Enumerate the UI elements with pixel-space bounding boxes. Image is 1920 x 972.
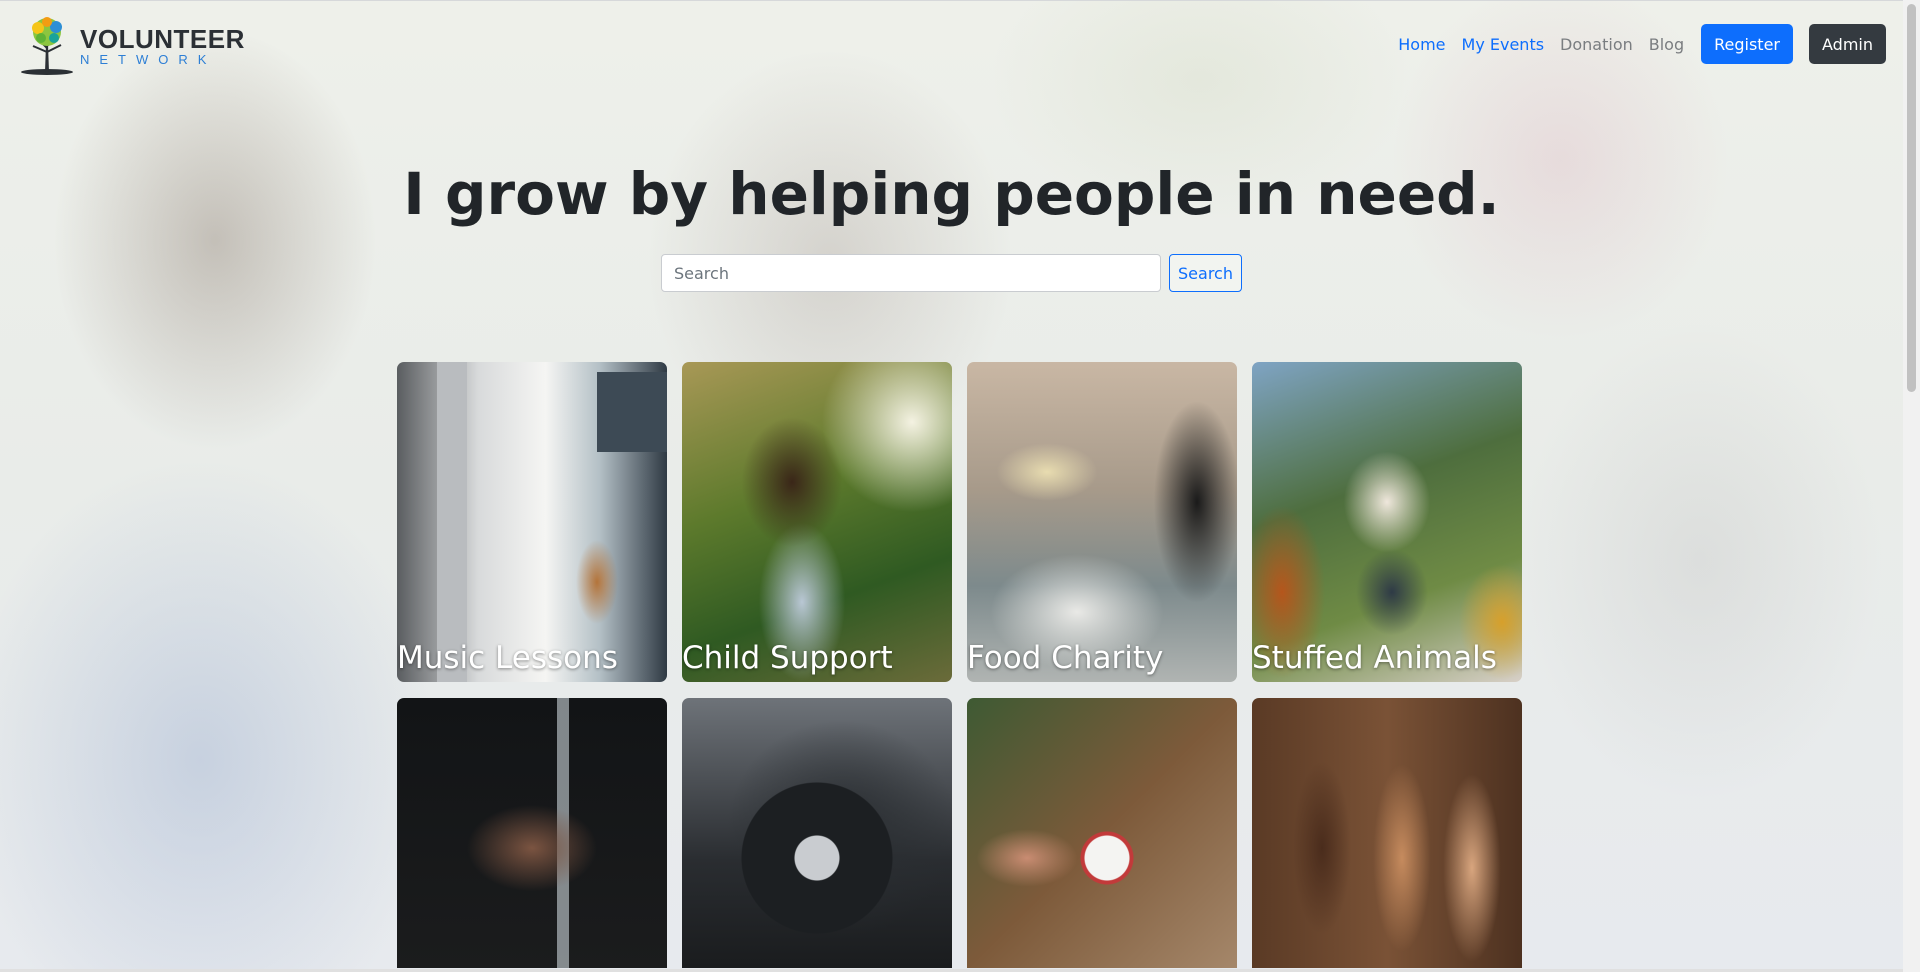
scrollbar-thumb[interactable] bbox=[1907, 4, 1916, 392]
category-card-child-support[interactable]: Child Support bbox=[682, 362, 952, 682]
card-label: Stuffed Animals bbox=[1252, 640, 1497, 676]
category-card-water[interactable] bbox=[397, 698, 667, 968]
hero-background-image bbox=[0, 0, 1920, 972]
window-top-border bbox=[0, 0, 1920, 1]
card-label: Child Support bbox=[682, 640, 893, 676]
brand-subtitle: NETWORK bbox=[80, 52, 217, 67]
category-card-food-charity[interactable]: Food Charity bbox=[967, 362, 1237, 682]
card-label: Food Charity bbox=[967, 640, 1164, 676]
search-input[interactable] bbox=[661, 254, 1161, 292]
category-card-driving[interactable] bbox=[682, 698, 952, 968]
card-image bbox=[682, 698, 952, 968]
nav-link-donation[interactable]: Donation bbox=[1560, 35, 1633, 54]
brand-name: VOLUNTEER bbox=[80, 24, 245, 54]
tree-logo-icon bbox=[21, 17, 73, 75]
category-card-music-lessons[interactable]: Music Lessons bbox=[397, 362, 667, 682]
card-image bbox=[397, 698, 667, 968]
category-card-hands[interactable] bbox=[1252, 698, 1522, 968]
card-image bbox=[682, 362, 952, 682]
nav-link-blog[interactable]: Blog bbox=[1649, 35, 1684, 54]
card-image bbox=[967, 362, 1237, 682]
hero-headline: I grow by helping people in need. bbox=[403, 160, 1500, 228]
register-button[interactable]: Register bbox=[1701, 24, 1793, 64]
category-card-voting[interactable] bbox=[967, 698, 1237, 968]
site-logo[interactable]: VOLUNTEER NETWORK bbox=[17, 14, 244, 76]
nav-link-my-events[interactable]: My Events bbox=[1462, 35, 1545, 54]
top-navigation: Home My Events Donation Blog Register Ad… bbox=[1382, 24, 1886, 64]
card-image bbox=[1252, 698, 1522, 968]
admin-button[interactable]: Admin bbox=[1809, 24, 1886, 64]
card-label: Music Lessons bbox=[397, 640, 618, 676]
card-image bbox=[967, 698, 1237, 968]
search-button[interactable]: Search bbox=[1169, 254, 1242, 292]
card-image bbox=[397, 362, 667, 682]
category-card-stuffed-animals[interactable]: Stuffed Animals bbox=[1252, 362, 1522, 682]
vertical-scrollbar[interactable] bbox=[1903, 0, 1920, 972]
card-image bbox=[1252, 362, 1522, 682]
nav-link-home[interactable]: Home bbox=[1398, 35, 1445, 54]
